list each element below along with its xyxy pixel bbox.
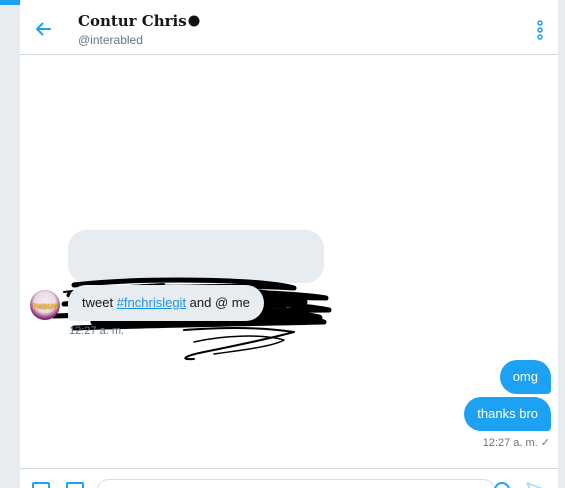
conversation-handle: @interabled <box>78 33 143 47</box>
incoming-message[interactable]: tweet #fnchrislegit and @ me <box>68 285 264 321</box>
avatar[interactable]: FNBUS <box>30 290 60 320</box>
emoji-icon[interactable] <box>494 482 510 488</box>
redacted-message-bubble <box>68 230 324 283</box>
conversation-title[interactable]: Contur Chris <box>78 10 200 32</box>
back-button[interactable] <box>28 14 58 44</box>
incoming-timestamp: 12:27 a. m. <box>69 325 125 337</box>
more-vertical-icon <box>537 20 543 40</box>
media-icon[interactable] <box>32 482 50 488</box>
send-icon[interactable] <box>526 482 544 488</box>
outgoing-message[interactable]: omg <box>499 360 551 394</box>
compose-bar <box>20 468 558 488</box>
conversation-header: Contur Chris @interabled <box>20 0 558 55</box>
arrow-left-icon <box>36 22 51 36</box>
incoming-message-text-end: and @ me <box>186 295 250 310</box>
outgoing-message[interactable]: thanks bro <box>464 397 551 431</box>
more-options-button[interactable] <box>534 18 546 42</box>
black-circle-emoji-icon <box>188 15 200 27</box>
dm-conversation-panel: Contur Chris @interabled FNBUS tweet #fn… <box>20 0 558 488</box>
outgoing-timestamp: 12:27 a. m. ✓ <box>482 437 550 449</box>
conversation-title-block: Contur Chris @interabled <box>78 10 200 48</box>
conversation-title-text: Contur Chris <box>78 12 187 30</box>
message-timeline[interactable]: FNBUS tweet #fnchrislegit and @ me 12:27… <box>20 55 558 468</box>
hashtag-link[interactable]: #fnchrislegit <box>117 295 186 310</box>
incoming-message-text: tweet <box>82 295 117 310</box>
gif-icon[interactable] <box>66 482 84 488</box>
avatar-logo-text: FNBUS <box>32 303 58 311</box>
